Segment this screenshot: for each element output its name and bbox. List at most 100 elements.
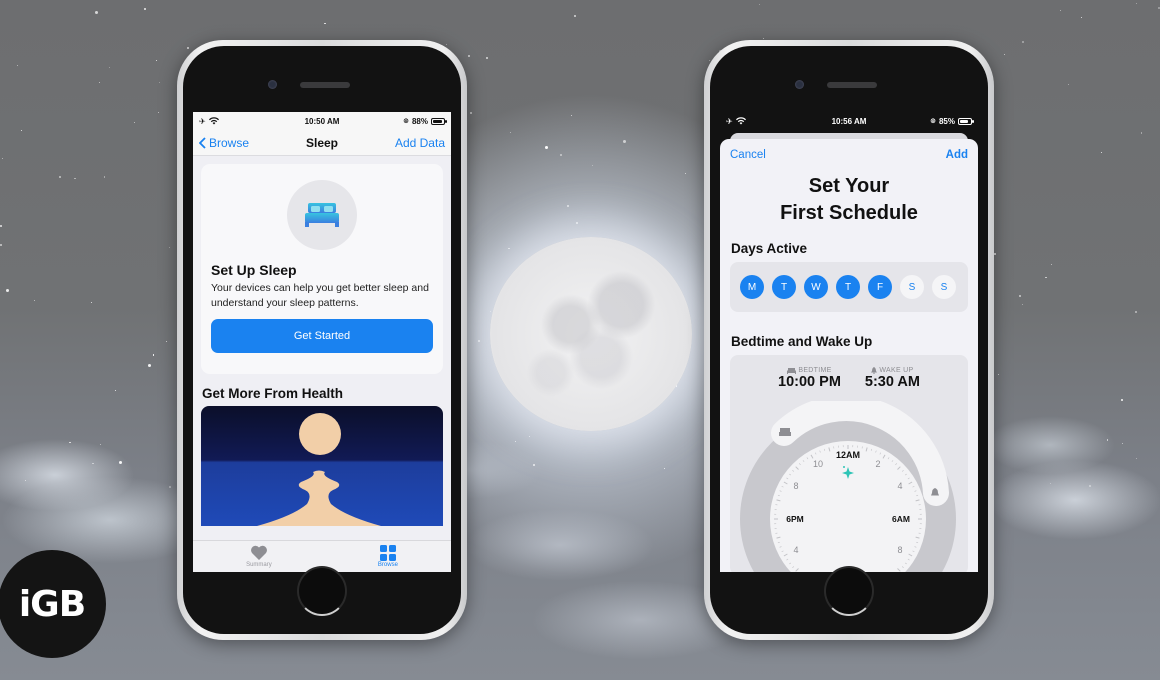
star: [108, 66, 111, 69]
clock-label-8-right: 8: [897, 545, 902, 555]
heart-icon: [250, 545, 267, 560]
star: [1089, 484, 1092, 487]
day-sunday[interactable]: S: [932, 275, 956, 299]
health-sleep-screen: ✈ 10:50 AM ⊚ 88% Browse Sleep Add Data S…: [193, 112, 451, 572]
star: [467, 54, 470, 57]
earpiece-speaker: [827, 82, 877, 88]
airplane-icon: ✈: [199, 116, 206, 126]
star: [759, 3, 761, 6]
sleep-clock-dial[interactable]: 12AM 10 2 8 4 6PM 6AM 4 8: [738, 401, 958, 572]
star: [1045, 277, 1047, 279]
days-active-heading: Days Active: [731, 241, 808, 256]
clock-label-4-left: 4: [793, 545, 798, 555]
day-tuesday[interactable]: T: [772, 275, 796, 299]
star: [1021, 303, 1024, 306]
illustration-figure: [257, 470, 381, 526]
igb-logo: iGB: [0, 550, 106, 658]
home-button[interactable]: [824, 566, 874, 616]
phone-bezel: ✈ 10:56 AM ⊚ 85% Cancel Add Set Your Fir…: [710, 46, 988, 634]
back-label: Browse: [209, 135, 250, 150]
battery-icon: [430, 117, 447, 125]
star: [0, 225, 3, 228]
star: [509, 132, 511, 134]
battery-percent: 88%: [411, 116, 428, 126]
tab-summary[interactable]: Summary: [246, 545, 272, 568]
status-time: 10:50 AM: [304, 116, 340, 126]
star: [529, 436, 531, 438]
star: [0, 243, 3, 246]
star: [489, 311, 491, 313]
clock-label-4-right: 4: [897, 481, 902, 491]
wake-label: WAKE UP: [879, 367, 914, 374]
status-bar: ✈ 10:50 AM ⊚ 88%: [193, 112, 451, 130]
star: [90, 301, 93, 303]
star: [144, 7, 147, 10]
star: [34, 300, 36, 302]
star: [445, 43, 447, 45]
star: [684, 172, 686, 174]
tab-browse[interactable]: Browse: [378, 545, 398, 568]
star: [5, 288, 9, 292]
star: [114, 389, 117, 391]
wifi-icon: [735, 117, 746, 125]
star: [545, 146, 549, 150]
cancel-button[interactable]: Cancel: [730, 149, 766, 161]
add-data-button[interactable]: Add Data: [395, 136, 445, 150]
earpiece-speaker: [300, 82, 350, 88]
wake-value: 5:30 AM: [864, 374, 920, 390]
star: [1022, 41, 1025, 44]
igb-logo-text: iGB: [18, 583, 86, 625]
star: [118, 460, 122, 464]
star: [708, 59, 710, 61]
star: [98, 81, 100, 83]
day-monday[interactable]: M: [740, 275, 764, 299]
star: [486, 57, 489, 60]
star: [1019, 294, 1022, 297]
star: [69, 441, 71, 444]
star: [663, 467, 665, 469]
battery-percent: 85%: [938, 116, 955, 126]
back-button[interactable]: Browse: [199, 136, 249, 150]
sleep-schedule-screen: ✈ 10:56 AM ⊚ 85% Cancel Add Set Your Fir…: [720, 112, 978, 572]
sheet-navigation: Cancel Add: [730, 139, 968, 171]
home-button[interactable]: [297, 566, 347, 616]
star: [94, 10, 98, 14]
star: [25, 479, 27, 481]
add-button[interactable]: Add: [946, 149, 968, 161]
star: [74, 177, 76, 180]
bell-icon: [871, 367, 878, 374]
star: [103, 176, 105, 178]
moon-image: [490, 237, 692, 431]
sleep-article-image[interactable]: [201, 406, 443, 526]
get-started-button[interactable]: Get Started: [211, 319, 433, 354]
orientation-lock-icon: ⊚: [930, 118, 936, 125]
day-friday[interactable]: F: [868, 275, 892, 299]
tab-label: Summary: [246, 562, 272, 568]
day-thursday[interactable]: T: [836, 275, 860, 299]
grid-icon: [379, 545, 396, 561]
star: [1059, 9, 1061, 11]
star: [1120, 399, 1123, 402]
setup-title: Set Up Sleep: [211, 262, 297, 278]
clock-label-2: 2: [875, 459, 880, 469]
bedtime-label: BEDTIME: [798, 367, 832, 374]
star: [622, 139, 626, 143]
star: [16, 64, 19, 67]
day-wednesday[interactable]: W: [804, 275, 828, 299]
day-saturday[interactable]: S: [900, 275, 924, 299]
setup-sleep-card: Set Up Sleep Your devices can help you g…: [201, 164, 443, 374]
clock-label-12am: 12AM: [836, 450, 860, 460]
section-title: Get More From Health: [202, 386, 344, 401]
star: [560, 154, 563, 157]
star: [152, 354, 155, 356]
bed-icon: [787, 367, 797, 374]
star: [576, 221, 579, 224]
schedule-card: BEDTIME 10:00 PM WAKE UP 5:30 AM 12AM 10…: [730, 355, 968, 572]
star: [1106, 439, 1108, 441]
star: [155, 59, 157, 61]
star: [324, 23, 326, 25]
star: [1067, 83, 1070, 86]
title-line-2: First Schedule: [780, 202, 918, 224]
status-time: 10:56 AM: [831, 116, 867, 126]
bedtime-handle-icon[interactable]: [779, 428, 791, 436]
